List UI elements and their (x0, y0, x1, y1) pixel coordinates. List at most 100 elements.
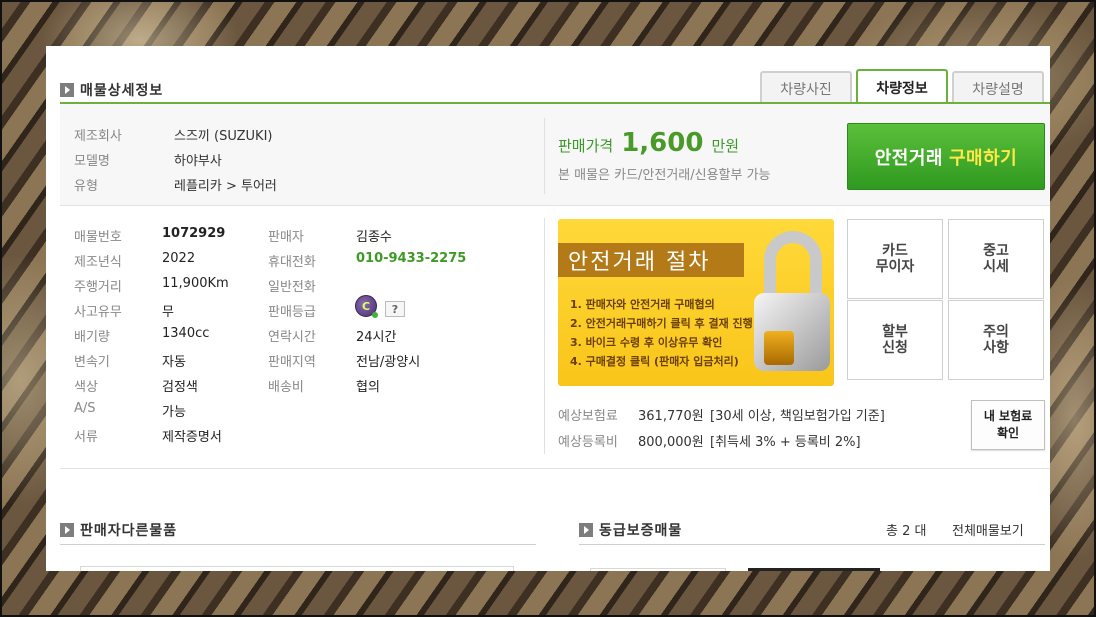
seller-value: 24시간 (356, 330, 397, 345)
seller-label: 판매등급 (268, 305, 316, 320)
section-divider (60, 468, 1050, 469)
procedure-steps: 1. 판매자와 안전거래 구매협의 2. 안전거래구매하기 클릭 후 결재 진행… (570, 295, 753, 371)
seller-row: 휴대전화 010-9433-2275 (268, 251, 466, 270)
mobile-phone-value[interactable]: 010-9433-2275 (356, 251, 466, 270)
safe-trade-procedure-banner[interactable]: 안전거래 절차 1. 판매자와 안전거래 구매협의 2. 안전거래구매하기 클릭… (558, 219, 834, 386)
detail-value: 2022 (162, 251, 196, 266)
seller-other-items-title: 판매자다른물품 (80, 523, 178, 539)
model-value: 하야부사 (174, 154, 222, 169)
type-label: 유형 (74, 179, 98, 194)
installment-apply-button[interactable]: 할부 신청 (847, 300, 943, 380)
type-row: 유형 레플리카 > 투어러 (74, 175, 277, 194)
buy-button-highlight: 구매하기 (949, 147, 1018, 169)
manufacturer-row: 제조회사 스즈끼 (SUZUKI) (74, 125, 272, 144)
arrow-bullet-icon (60, 83, 74, 97)
detail-row: A/S 가능 (74, 401, 186, 420)
grid-button-line: 중고 (983, 243, 1009, 259)
detail-label: 매물번호 (74, 230, 122, 245)
manufacturer-label: 제조회사 (74, 129, 122, 144)
seller-label: 판매지역 (268, 355, 316, 370)
grid-button-line: 시세 (983, 259, 1009, 275)
procedure-step: 3. 바이크 수령 후 이상유무 확인 (570, 336, 723, 349)
detail-label: 사고유무 (74, 305, 122, 320)
seller-label: 휴대전화 (268, 255, 316, 270)
my-insurance-check-button[interactable]: 내 보험료 확인 (971, 400, 1045, 450)
detail-row: 서류 제작증명서 (74, 426, 222, 445)
payment-note: 본 매물은 카드/안전거래/신용할부 가능 (558, 168, 771, 183)
detail-row: 배기량 1340cc (74, 326, 209, 345)
tab-description[interactable]: 차량설명 (952, 71, 1044, 105)
type-value: 레플리카 > 투어러 (174, 179, 277, 194)
registration-fee-row: 예상등록비 800,000원 [취득세 3% + 등록비 2%] (558, 431, 861, 450)
arrow-bullet-icon (579, 523, 593, 537)
detail-label: 변속기 (74, 355, 110, 370)
grid-button-line: 사항 (983, 340, 1009, 356)
detail-row: 사고유무 무 (74, 301, 174, 320)
view-all-link[interactable]: 전체매물보기 (952, 520, 1024, 539)
procedure-title: 안전거래 절차 (558, 243, 744, 277)
seller-other-items-header: 판매자다른물품 (60, 520, 177, 540)
grid-button-line: 신청 (882, 340, 908, 356)
buy-button-label: 안전거래 (874, 147, 943, 169)
seller-value: 협의 (356, 380, 380, 395)
tab-vehicle-info[interactable]: 차량정보 (856, 69, 948, 105)
insurance-button-line: 내 보험료 (983, 409, 1033, 423)
help-icon[interactable]: ? (385, 301, 405, 317)
model-row: 모델명 하야부사 (74, 150, 222, 169)
seller-row: 판매자 김종수 (268, 226, 392, 245)
seller-row: 판매등급 (268, 301, 356, 320)
detail-label: 서류 (74, 430, 98, 445)
price-amount: 1,600 (621, 128, 704, 158)
bottom-right-divider (579, 544, 1045, 545)
premium-note: [30세 이상, 책임보험가입 기준] (710, 409, 885, 424)
section-title: 매물상세정보 (80, 83, 164, 99)
procedure-step: 2. 안전거래구매하기 클릭 후 결재 진행 (570, 317, 753, 330)
detail-value: 11,900Km (162, 276, 229, 291)
price-label: 판매가격 (558, 137, 614, 155)
detail-label: 제조년식 (74, 255, 122, 270)
detail-label: 색상 (74, 380, 98, 395)
detail-value: 자동 (162, 355, 186, 370)
same-grade-count: 총 2 대 (886, 524, 927, 539)
seller-row: 연락시간 24시간 (268, 326, 396, 345)
procedure-step: 1. 판매자와 안전거래 구매협의 (570, 298, 715, 311)
detail-value: 무 (162, 305, 174, 320)
manufacturer-value: 스즈끼 (SUZUKI) (174, 129, 273, 144)
detail-label: 주행거리 (74, 280, 122, 295)
seller-label: 연락시간 (268, 330, 316, 345)
seller-label: 판매자 (268, 230, 304, 245)
detail-row: 매물번호 1072929 (74, 226, 225, 245)
detail-label: 배기량 (74, 330, 110, 345)
detail-label: A/S (74, 401, 96, 416)
summary-divider (544, 118, 545, 194)
seller-label: 배송비 (268, 380, 304, 395)
padlock-icon (754, 231, 830, 381)
detail-row: 주행거리 11,900Km (74, 276, 229, 295)
caution-button[interactable]: 주의 사항 (948, 300, 1044, 380)
price-unit: 만원 (711, 137, 740, 155)
details-divider (544, 218, 545, 454)
safe-trade-buy-button[interactable]: 안전거래 구매하기 (847, 123, 1045, 190)
detail-value: 가능 (162, 405, 186, 420)
reg-fee-note: [취득세 3% + 등록비 2%] (710, 435, 861, 450)
detail-value: 1072929 (162, 226, 226, 241)
item-card-stub (590, 568, 726, 571)
grade-status-dot (372, 312, 378, 318)
item-card-stub (80, 566, 514, 571)
item-card-stub (748, 568, 880, 571)
used-price-button[interactable]: 중고 시세 (948, 219, 1044, 299)
grid-button-line: 무이자 (875, 259, 915, 275)
card-interest-free-button[interactable]: 카드 무이자 (847, 219, 943, 299)
model-label: 모델명 (74, 154, 110, 169)
procedure-step: 4. 구매결정 클릭 (판매자 입금처리) (570, 355, 739, 368)
grid-button-line: 주의 (983, 324, 1009, 340)
detail-row: 제조년식 2022 (74, 251, 195, 270)
tab-photos[interactable]: 차량사진 (760, 71, 852, 105)
seller-row: 판매지역 전남/광양시 (268, 351, 420, 370)
section-header: 매물상세정보 (60, 80, 163, 100)
reg-fee-label: 예상등록비 (558, 435, 618, 450)
seller-row: 배송비 협의 (268, 376, 380, 395)
listing-detail-panel: 매물상세정보 차량사진 차량정보 차량설명 제조회사 스즈끼 (SUZUKI) … (46, 46, 1050, 571)
detail-tabs: 차량사진 차량정보 차량설명 (760, 69, 1044, 105)
detail-row: 변속기 자동 (74, 351, 186, 370)
